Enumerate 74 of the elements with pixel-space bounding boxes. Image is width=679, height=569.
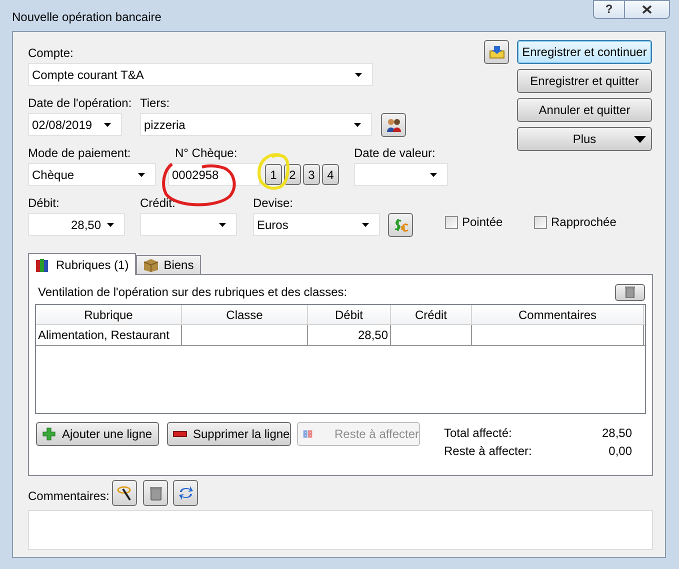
total-label: Total affecté:: [444, 425, 512, 442]
dropdown-arrow-icon: [107, 222, 114, 226]
currency-dropdown[interactable]: Euros: [253, 213, 380, 236]
minus-icon: [173, 431, 187, 437]
trash-icon: [150, 486, 162, 500]
total-label: Reste à affecter:: [444, 443, 532, 460]
books-icon: [35, 256, 51, 272]
tab[interactable]: Biens: [136, 255, 201, 274]
dropdown-arrow-icon: [634, 136, 646, 143]
dropdown-arrow-icon: [138, 172, 145, 176]
section-label: Ventilation de l'opération sur des rubriques et des classes:: [38, 284, 348, 301]
payment-method-dropdown[interactable]: Chèque: [28, 163, 156, 186]
save-continue-button[interactable]: Enregistrer et continuer: [517, 40, 652, 64]
number-button[interactable]: 4: [322, 164, 339, 185]
dropdown-arrow-icon: [104, 122, 111, 126]
field-label: Devise:: [253, 195, 294, 211]
dropdown-arrow-icon: [430, 172, 437, 176]
dollar-euro-icon: [392, 217, 408, 233]
cheque-number-field[interactable]: 0002958: [168, 163, 260, 186]
column-header[interactable]: Classe: [182, 305, 308, 324]
trash-icon: [625, 286, 635, 298]
dropdown-arrow-icon: [354, 122, 361, 126]
field-label: Débit:: [28, 195, 60, 211]
table-cell: 28,50: [308, 325, 391, 345]
dropdown-arrow-icon: [355, 72, 362, 76]
currency-button[interactable]: [388, 213, 413, 237]
field-label: Compte:: [28, 45, 74, 61]
people-icon: [386, 117, 402, 133]
delete-line-button[interactable]: Supprimer la ligne: [167, 422, 291, 446]
action-button[interactable]: Enregistrer et quitter: [517, 69, 652, 93]
comments-field[interactable]: [28, 510, 653, 550]
plus-icon: [42, 427, 56, 441]
number-button[interactable]: 1: [265, 164, 282, 185]
field-label: Commentaires:: [28, 488, 110, 505]
payee-dropdown[interactable]: pizzeria: [140, 113, 372, 136]
save-template-button[interactable]: [484, 40, 509, 64]
help-button[interactable]: ?: [593, 0, 625, 19]
payee-button[interactable]: [381, 113, 406, 137]
refresh-button[interactable]: [173, 480, 198, 506]
field-label: Date de valeur:: [354, 145, 436, 161]
delete-button[interactable]: [615, 284, 645, 300]
total-value: 28,50: [602, 425, 632, 442]
column-header[interactable]: Rubrique: [36, 305, 182, 324]
column-header[interactable]: Commentaires: [472, 305, 644, 324]
tray-arrow-icon: [488, 45, 504, 59]
field-label: Tiers:: [140, 95, 171, 111]
close-icon: [642, 5, 652, 14]
table-cell: Alimentation, Restaurant: [36, 325, 182, 345]
refresh-arrows-icon: [178, 485, 194, 501]
number-button[interactable]: 3: [303, 164, 320, 185]
tab[interactable]: Rubriques (1): [28, 253, 136, 275]
field-label: Mode de paiement:: [28, 145, 132, 161]
dropdown-arrow-icon: [219, 222, 226, 226]
debit-dropdown[interactable]: 28,50: [28, 213, 125, 236]
dropdown-arrow-icon: [362, 222, 369, 226]
total-value: 0,00: [608, 443, 632, 460]
window-title: Nouvelle opération bancaire: [11, 9, 162, 26]
column-header[interactable]: Débit: [308, 305, 391, 324]
field-label: Crédit:: [140, 195, 176, 211]
box-icon: [142, 257, 159, 273]
clear-button[interactable]: [143, 480, 168, 506]
account-dropdown[interactable]: Compte courant T&A: [28, 63, 373, 86]
magic-wand-button[interactable]: [112, 480, 138, 506]
checkbox[interactable]: Rapprochée: [534, 213, 616, 231]
more-menu-button[interactable]: Plus: [517, 127, 652, 151]
field-label: Date de l'opération:: [28, 95, 133, 111]
magic-wand-icon: [116, 485, 133, 501]
close-button[interactable]: [625, 0, 670, 19]
add-line-button[interactable]: Ajouter une ligne: [36, 422, 159, 446]
field-label: N° Chèque:: [174, 145, 238, 161]
date-dropdown[interactable]: 02/08/2019: [28, 113, 122, 136]
checkbox[interactable]: Pointée: [445, 213, 534, 231]
column-header[interactable]: Crédit: [391, 305, 472, 324]
action-button[interactable]: Annuler et quitter: [517, 98, 652, 122]
